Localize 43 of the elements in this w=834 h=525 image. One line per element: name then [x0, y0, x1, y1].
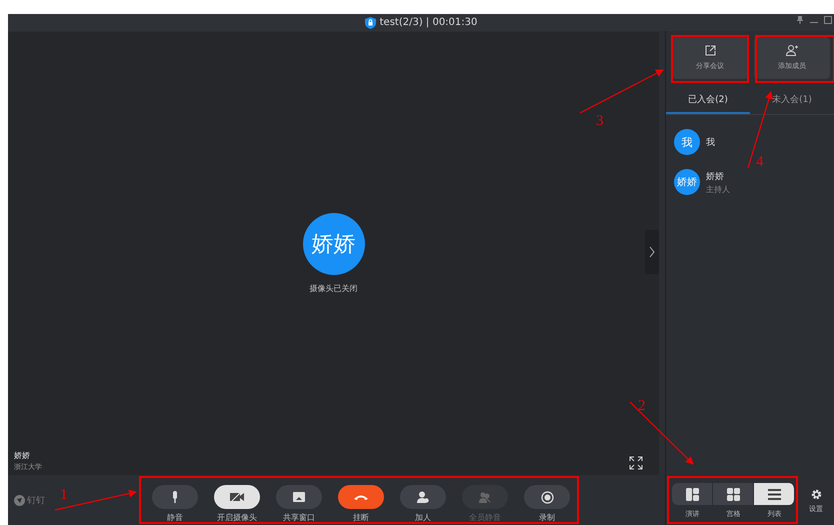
- pin-icon[interactable]: [796, 16, 804, 24]
- member-tab[interactable]: 已入会(2): [666, 85, 750, 114]
- annotation-number: 3: [596, 113, 604, 130]
- user-avatar: 娇娇: [302, 213, 364, 275]
- record-icon: [540, 490, 554, 504]
- brand-logo-icon: [14, 494, 25, 506]
- add-user-icon: [417, 491, 429, 503]
- call-control-button[interactable]: 开启摄像头: [206, 485, 268, 523]
- grid-layout-icon: [726, 488, 740, 500]
- chevron-right-icon: [649, 246, 655, 258]
- shield-lock-icon: [364, 16, 376, 28]
- window-title: test(2/3) | 00:01:30: [380, 17, 478, 28]
- settings-icon: [810, 488, 822, 500]
- speaker-layout-icon: [686, 488, 698, 500]
- participant-name: 娇娇: [14, 450, 31, 461]
- brand-name: 钉钉: [27, 494, 45, 506]
- call-control-button[interactable]: 共享窗口: [268, 485, 330, 523]
- microphone-icon: [171, 491, 179, 503]
- call-control-button[interactable]: 加人: [392, 485, 454, 523]
- camera-status: 摄像头已关闭: [310, 283, 358, 294]
- call-control-button[interactable]: 静音: [144, 485, 206, 523]
- collapse-handle[interactable]: [645, 230, 659, 274]
- group-mute-icon: [479, 491, 491, 503]
- member-avatar: 我: [674, 129, 700, 155]
- add-user-icon: [786, 45, 798, 56]
- call-control-button[interactable]: 录制: [516, 485, 578, 523]
- member-role: 主持人: [706, 184, 730, 194]
- annotation-number: 4: [756, 154, 764, 171]
- maximize-icon[interactable]: [824, 16, 832, 24]
- annotation-arrow: [630, 402, 694, 465]
- list-layout-icon: [768, 488, 780, 500]
- fullscreen-icon[interactable]: [629, 456, 643, 470]
- member-name: 娇娇: [706, 170, 725, 182]
- annotation-number: 1: [60, 487, 68, 504]
- camera-off-icon: [230, 492, 244, 502]
- annotation-number: 2: [638, 398, 646, 415]
- member-avatar: 娇娇: [674, 169, 700, 195]
- screen-share-icon: [293, 492, 305, 502]
- hang-up-icon: [354, 494, 368, 500]
- member-name: 我: [706, 136, 715, 148]
- call-control-button[interactable]: 挂断: [330, 485, 392, 523]
- member-tab[interactable]: 未入会(1): [750, 85, 834, 114]
- share-icon: [704, 45, 716, 56]
